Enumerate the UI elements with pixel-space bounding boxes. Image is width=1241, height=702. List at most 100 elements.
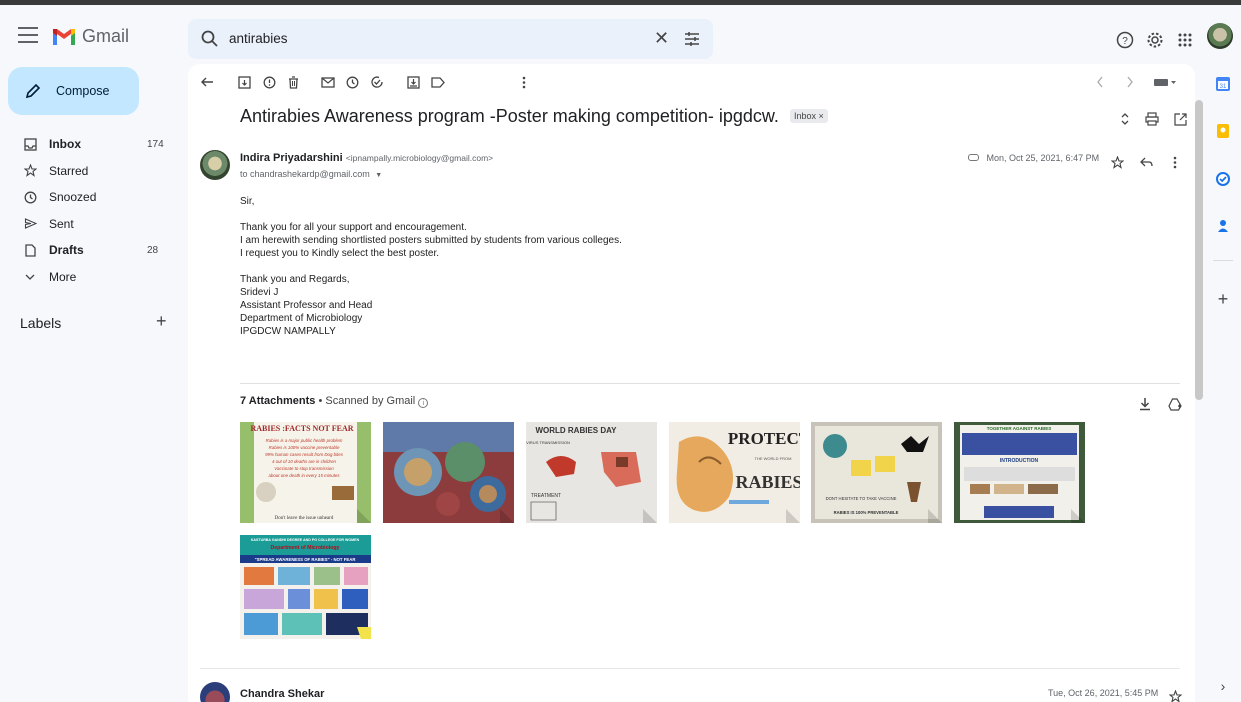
chevron-down-icon	[23, 270, 37, 284]
attachment-count: 7 Attachments	[240, 395, 316, 407]
rail-divider	[1213, 260, 1233, 261]
more-options-icon[interactable]	[515, 73, 533, 91]
sidebar-item-label: Starred	[49, 163, 89, 178]
reply-icon[interactable]	[1134, 150, 1158, 174]
clear-search-icon[interactable]: ✕	[654, 28, 669, 49]
inbox-label-chip[interactable]: Inbox ×	[789, 109, 828, 123]
top-bar: Gmail antirabies ✕ ?	[0, 0, 1241, 64]
svg-text:INTRODUCTION: INTRODUCTION	[1000, 458, 1039, 464]
get-addons-plus-icon[interactable]: +	[1215, 290, 1231, 308]
poster-rabies-facts: RABIES :FACTS NOT FEAR Rabies is a major…	[240, 422, 371, 523]
account-avatar[interactable]	[1207, 23, 1233, 49]
message-date: Mon, Oct 25, 2021, 6:47 PM	[968, 153, 1099, 163]
sender-name[interactable]: Indira Priyadarshini	[240, 152, 343, 164]
search-bar[interactable]: antirabies ✕	[188, 19, 713, 59]
open-new-window-icon[interactable]	[1168, 107, 1192, 131]
pencil-icon	[25, 83, 41, 99]
sender-avatar[interactable]	[200, 150, 230, 180]
calendar-icon[interactable]: 31	[1215, 76, 1231, 92]
attachment-thumbnail[interactable]	[383, 422, 514, 523]
input-tools-keyboard-icon[interactable]	[1151, 73, 1179, 91]
app-name: Gmail	[82, 26, 130, 46]
side-panel-rail: 31 + ›	[1207, 64, 1241, 702]
recipient-details-caret-icon[interactable]: ▼	[375, 172, 382, 179]
sidebar-item-label: More	[49, 269, 77, 284]
older-chevron-right-icon[interactable]	[1121, 73, 1139, 91]
newer-chevron-left-icon[interactable]	[1091, 73, 1109, 91]
contacts-icon[interactable]	[1215, 218, 1231, 234]
expand-all-icon[interactable]	[1113, 107, 1137, 131]
download-all-icon[interactable]	[1133, 392, 1157, 416]
settings-gear-icon[interactable]	[1143, 28, 1167, 52]
send-icon	[23, 217, 37, 231]
svg-text:KASTURBA GANDHI DEGREE AND PG: KASTURBA GANDHI DEGREE AND PG COLLEGE FO…	[251, 538, 360, 542]
add-task-icon[interactable]	[368, 73, 386, 91]
info-icon[interactable]: i	[418, 398, 429, 408]
star-next-message-icon[interactable]	[1163, 684, 1187, 702]
body-line: Sridevi J	[240, 287, 279, 298]
move-to-icon[interactable]	[404, 73, 422, 91]
search-options-icon[interactable]	[682, 29, 702, 49]
sidebar-item-snoozed[interactable]: Snoozed	[0, 184, 180, 211]
next-sender-name[interactable]: Chandra Shekar	[240, 688, 324, 700]
unread-count: 174	[147, 138, 164, 150]
add-to-drive-icon[interactable]	[1163, 392, 1187, 416]
attachment-thumbnail[interactable]: KASTURBA GANDHI DEGREE AND PG COLLEGE FO…	[240, 535, 371, 639]
attachment-thumbnail[interactable]: WORLD RABIES DAY VIRUS TRANSMISSION TREA…	[526, 422, 657, 523]
attachment-label-icon	[968, 154, 979, 161]
body-line: I am herewith sending shortlisted poster…	[240, 235, 622, 246]
sidebar-item-more[interactable]: More	[0, 264, 180, 291]
snooze-clock-icon[interactable]	[343, 73, 361, 91]
star-message-icon[interactable]	[1105, 150, 1129, 174]
svg-text:"SPREAD AWARENESS OF RABIES" -: "SPREAD AWARENESS OF RABIES" - NOT FEAR	[255, 557, 357, 562]
sidebar-item-label: Inbox	[49, 137, 81, 152]
show-side-panel-chevron-icon[interactable]: ›	[1215, 678, 1231, 694]
drafts-count: 28	[147, 244, 159, 256]
svg-text:99% human cases result from Do: 99% human cases result from Dog bites	[265, 452, 344, 457]
gmail-logo[interactable]: Gmail	[52, 26, 129, 47]
attachment-thumbnail[interactable]: DONT HESITATE TO TAKE VACCINE RABIES IS …	[811, 422, 942, 523]
svg-text:Department of Microbiology: Department of Microbiology	[271, 545, 340, 551]
body-line: Sir,	[240, 196, 255, 207]
message-more-icon[interactable]	[1163, 150, 1187, 174]
vertical-scrollbar[interactable]	[1195, 100, 1203, 400]
back-arrow-icon[interactable]	[198, 73, 216, 91]
help-icon[interactable]: ?	[1113, 28, 1137, 52]
label-tag-icon[interactable]	[429, 73, 447, 91]
scanned-label: Scanned by Gmail	[325, 395, 416, 407]
delete-trash-icon[interactable]	[284, 73, 302, 91]
sidebar-item-label: Drafts	[49, 243, 84, 258]
attachments-divider	[240, 383, 1180, 384]
print-icon[interactable]	[1140, 107, 1164, 131]
next-sender-avatar[interactable]	[200, 682, 230, 702]
archive-icon[interactable]	[235, 73, 253, 91]
attachment-thumbnail[interactable]: TOGETHER AGAINST RABIES INTRODUCTION	[954, 422, 1085, 523]
svg-text:Don't leave the issue unheard: Don't leave the issue unheard	[275, 516, 334, 521]
sidebar-item-starred[interactable]: Starred	[0, 158, 180, 185]
report-spam-icon[interactable]	[260, 73, 278, 91]
sidebar-item-sent[interactable]: Sent	[0, 211, 180, 238]
mark-unread-icon[interactable]	[319, 73, 337, 91]
tasks-icon[interactable]	[1215, 171, 1231, 187]
search-input[interactable]: antirabies	[229, 31, 288, 46]
inbox-icon	[23, 137, 37, 151]
poster-title: RABIES :FACTS NOT FEAR	[250, 424, 353, 433]
sidebar-item-drafts[interactable]: Drafts 28	[0, 237, 180, 264]
google-apps-icon[interactable]	[1173, 28, 1197, 52]
body-line: IPGDCW NAMPALLY	[240, 326, 336, 337]
attachments-header: 7 Attachments • Scanned by Gmail i	[240, 395, 429, 408]
compose-button[interactable]: Compose	[8, 67, 139, 115]
body-line	[240, 208, 622, 221]
recipient-line[interactable]: to chandrashekardp@gmail.com ▼	[240, 169, 382, 179]
search-icon[interactable]	[200, 29, 220, 49]
svg-text:RABIES: RABIES	[735, 472, 800, 492]
attachment-thumbnail[interactable]: RABIES :FACTS NOT FEAR Rabies is a major…	[240, 422, 371, 523]
main-menu-icon[interactable]	[18, 27, 38, 43]
sidebar-item-inbox[interactable]: Inbox 174	[0, 131, 180, 158]
labels-header: Labels	[20, 315, 62, 331]
svg-text:DONT HESITATE TO TAKE VACCINE: DONT HESITATE TO TAKE VACCINE	[826, 496, 897, 501]
add-label-icon[interactable]: +	[156, 311, 167, 332]
gmail-window: Gmail antirabies ✕ ? Compose Inbox 174 S…	[0, 0, 1241, 702]
keep-notes-icon[interactable]	[1215, 123, 1231, 139]
attachment-thumbnail[interactable]: PROTECT THE WORLD FROM RABIES	[669, 422, 800, 523]
